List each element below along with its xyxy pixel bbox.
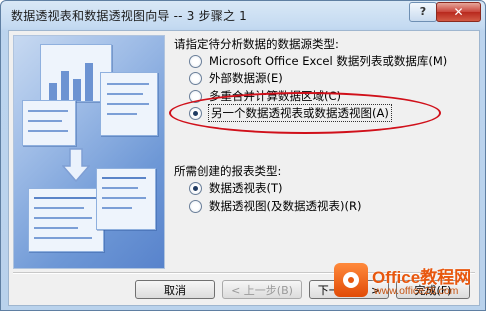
cancel-button[interactable]: 取消 <box>135 280 215 299</box>
radio-pivot-table[interactable]: 数据透视表(T) <box>189 179 283 197</box>
illustration-line <box>28 130 68 132</box>
radio-external-source[interactable]: 外部数据源(E) <box>189 69 283 87</box>
help-button[interactable]: ? <box>409 2 437 22</box>
window-title: 数据透视表和数据透视图向导 -- 3 步骤之 1 <box>11 9 247 23</box>
illustration-line <box>28 120 62 122</box>
back-button[interactable]: < 上一步(B) <box>222 280 302 299</box>
illustration-pivot-chart <box>96 168 156 230</box>
down-arrow-icon <box>62 148 90 182</box>
radio-button-selected[interactable] <box>189 181 202 195</box>
illustration-bar <box>73 79 81 101</box>
radio-button[interactable] <box>189 71 202 85</box>
logo-dot <box>348 277 354 283</box>
radio-label: 外部数据源(E) <box>209 71 283 85</box>
illustration-line <box>34 217 92 219</box>
illustration-line <box>102 197 146 199</box>
illustration-line <box>34 207 84 209</box>
report-group-label: 所需创建的报表类型: <box>174 164 282 178</box>
illustration-pivot-table <box>28 188 104 252</box>
radio-label: Microsoft Office Excel 数据列表或数据库(M) <box>209 54 448 68</box>
source-group-label: 请指定待分析数据的数据源类型: <box>174 37 339 51</box>
radio-button[interactable] <box>189 54 202 68</box>
radio-excel-list[interactable]: Microsoft Office Excel 数据列表或数据库(M) <box>189 52 447 70</box>
wizard-window: 数据透视表和数据透视图向导 -- 3 步骤之 1 ? ✕ 请指定待分析数据的数据… <box>0 0 486 311</box>
illustration-sheet-left <box>22 100 76 146</box>
illustration-line <box>102 187 138 189</box>
title-bar: 数据透视表和数据透视图向导 -- 3 步骤之 1 ? ✕ <box>1 1 485 29</box>
illustration-line <box>107 113 137 115</box>
close-button[interactable]: ✕ <box>436 2 481 22</box>
watermark-url: www.office26.com <box>374 285 459 297</box>
office-logo-icon <box>334 263 368 297</box>
red-annotation-ellipse <box>169 92 441 134</box>
illustration-line <box>28 110 68 112</box>
illustration-line <box>102 177 146 179</box>
illustration-line <box>34 237 92 239</box>
radio-label: 数据透视表(T) <box>209 181 283 195</box>
illustration-line <box>107 93 143 95</box>
illustration-line <box>34 227 78 229</box>
illustration-line <box>107 103 149 105</box>
radio-pivot-chart[interactable]: 数据透视图(及数据透视表)(R) <box>189 197 361 215</box>
illustration-bar <box>49 83 57 101</box>
watermark: Office教程网 www.office26.com <box>330 259 486 305</box>
illustration-sheet-right <box>100 72 158 136</box>
wizard-illustration <box>13 35 165 269</box>
illustration-line <box>102 207 132 209</box>
illustration-line <box>107 83 149 85</box>
illustration-bar <box>61 71 69 101</box>
illustration-bar <box>85 63 93 101</box>
radio-button[interactable] <box>189 199 202 213</box>
illustration-line <box>34 197 96 199</box>
radio-label: 数据透视图(及数据透视表)(R) <box>209 199 362 213</box>
